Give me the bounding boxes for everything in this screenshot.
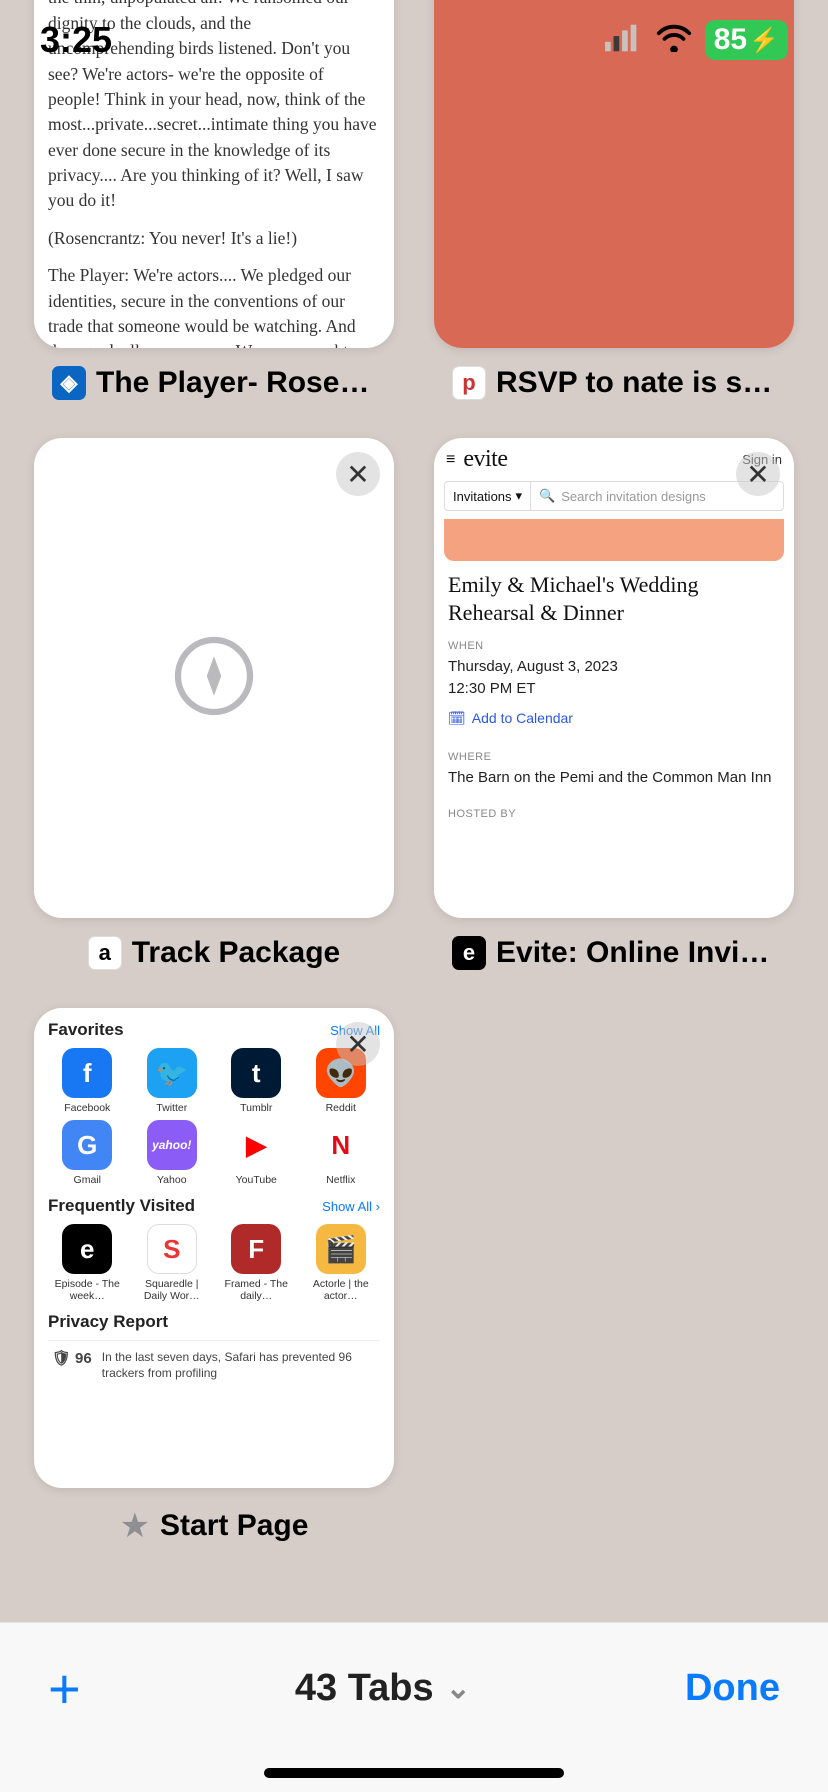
site-label: YouTube xyxy=(217,1174,296,1186)
search-icon: 🔍 xyxy=(539,488,555,504)
favicon-icon: p xyxy=(452,366,486,400)
site-label: Framed - The daily… xyxy=(217,1278,296,1302)
site-icon: yahoo! xyxy=(147,1120,197,1170)
close-tab-button[interactable]: ✕ xyxy=(336,452,380,496)
tab-title: Start Page xyxy=(160,1509,308,1543)
favorite-site-item[interactable]: ▶ YouTube xyxy=(217,1120,296,1186)
tabs-count-button[interactable]: 43 Tabs ⌄ xyxy=(295,1667,471,1710)
tab-card[interactable]: ✕ Favorites Show All fFacebook🐦TwittertT… xyxy=(34,1008,394,1546)
event-time: 12:30 PM ET xyxy=(434,678,794,700)
status-time: 3:25 xyxy=(40,19,112,61)
site-icon: ▶ xyxy=(231,1120,281,1170)
site-label: Reddit xyxy=(302,1102,381,1114)
home-indicator xyxy=(264,1768,564,1778)
calendar-icon: 🗓 xyxy=(448,710,466,727)
wifi-icon xyxy=(655,24,693,57)
close-tab-button[interactable]: ✕ xyxy=(736,452,780,496)
site-label: Facebook xyxy=(48,1102,127,1114)
shield-icon: 🛡 xyxy=(52,1349,71,1369)
privacy-report-heading: Privacy Report xyxy=(48,1312,168,1332)
tab-title: RSVP to nate is still aliv… xyxy=(496,366,776,400)
site-icon: S xyxy=(147,1224,197,1274)
favicon-icon: a xyxy=(88,936,122,970)
tab-card[interactable]: ✕ a Track Package xyxy=(34,438,394,970)
site-label: Actorle | the actor… xyxy=(302,1278,381,1302)
new-tab-button[interactable]: + xyxy=(48,1656,81,1721)
cellular-signal-icon xyxy=(605,24,643,57)
tracker-count: 🛡 96 xyxy=(52,1349,92,1369)
event-banner-image xyxy=(444,519,784,561)
article-paragraph: (Rosencrantz: You never! It's a lie!) xyxy=(48,226,380,251)
show-all-link[interactable]: Show All › xyxy=(322,1199,380,1214)
site-icon: t xyxy=(231,1048,281,1098)
battery-indicator: 85⚡ xyxy=(705,20,788,60)
chevron-down-icon: ⌄ xyxy=(446,1671,471,1706)
bottom-toolbar: + 43 Tabs ⌄ Done xyxy=(0,1622,828,1792)
compass-icon xyxy=(169,631,259,726)
invitations-dropdown[interactable]: Invitations▾ xyxy=(445,482,531,510)
close-tab-button[interactable]: ✕ xyxy=(336,1022,380,1066)
favorite-site-item[interactable]: 🐦 Twitter xyxy=(133,1048,212,1114)
event-location: The Barn on the Pemi and the Common Man … xyxy=(434,767,794,789)
where-label: WHERE xyxy=(434,737,794,767)
done-button[interactable]: Done xyxy=(685,1667,780,1710)
site-label: Gmail xyxy=(48,1174,127,1186)
event-date: Thursday, August 3, 2023 xyxy=(434,656,794,678)
charging-icon: ⚡ xyxy=(749,26,779,55)
when-label: WHEN xyxy=(434,626,794,656)
frequent-site-item[interactable]: 🎬 Actorle | the actor… xyxy=(302,1224,381,1302)
frequent-site-item[interactable]: F Framed - The daily… xyxy=(217,1224,296,1302)
favorite-site-item[interactable]: N Netflix xyxy=(302,1120,381,1186)
menu-icon: ≡ xyxy=(446,451,455,469)
site-label: Netflix xyxy=(302,1174,381,1186)
star-icon: ★ xyxy=(120,1506,150,1546)
frequent-site-item[interactable]: S Squaredle | Daily Wor… xyxy=(133,1224,212,1302)
privacy-report-text: In the last seven days, Safari has preve… xyxy=(102,1349,376,1381)
article-paragraph: The Player: We're actors.... We pledged … xyxy=(48,263,380,348)
favorite-site-item[interactable]: f Facebook xyxy=(48,1048,127,1114)
favicon-icon: e xyxy=(452,936,486,970)
site-label: Episode - The week… xyxy=(48,1278,127,1302)
site-icon: 🐦 xyxy=(147,1048,197,1098)
hosted-by-label: HOSTED BY xyxy=(434,788,794,824)
favicon-icon: ◈ xyxy=(52,366,86,400)
tab-title: The Player- Rosencran… xyxy=(96,366,376,400)
frequent-site-item[interactable]: e Episode - The week… xyxy=(48,1224,127,1302)
tab-preview-evite[interactable]: ✕ ≡ evite Sign in Invitations▾ 🔍 Search … xyxy=(434,438,794,918)
favorite-site-item[interactable]: G Gmail xyxy=(48,1120,127,1186)
favorite-site-item[interactable]: yahoo! Yahoo xyxy=(133,1120,212,1186)
tab-preview-track-package[interactable]: ✕ xyxy=(34,438,394,918)
frequently-visited-heading: Frequently Visited xyxy=(48,1196,195,1216)
site-icon: 🎬 xyxy=(316,1224,366,1274)
site-icon: F xyxy=(231,1224,281,1274)
site-icon: f xyxy=(62,1048,112,1098)
site-icon: e xyxy=(62,1224,112,1274)
site-label: Squaredle | Daily Wor… xyxy=(133,1278,212,1302)
site-label: Twitter xyxy=(133,1102,212,1114)
site-icon: N xyxy=(316,1120,366,1170)
favorite-site-item[interactable]: t Tumblr xyxy=(217,1048,296,1114)
add-to-calendar-link[interactable]: 🗓 Add to Calendar xyxy=(434,700,794,737)
favorites-heading: Favorites xyxy=(48,1020,124,1040)
tab-title: Evite: Online Invitation… xyxy=(496,936,776,970)
site-label: Tumblr xyxy=(217,1102,296,1114)
tab-card[interactable]: ✕ ≡ evite Sign in Invitations▾ 🔍 Search … xyxy=(434,438,794,970)
event-title: Emily & Michael's Wedding Rehearsal & Di… xyxy=(434,571,794,626)
tabs-overview-grid: and every gesture, every pose, vanishing… xyxy=(0,0,828,1586)
site-label: Yahoo xyxy=(133,1174,212,1186)
evite-logo: evite xyxy=(463,446,507,473)
site-icon: G xyxy=(62,1120,112,1170)
status-bar: 3:25 85⚡ xyxy=(0,0,828,80)
tab-title: Track Package xyxy=(132,936,341,970)
tab-preview-start-page[interactable]: ✕ Favorites Show All fFacebook🐦TwittertT… xyxy=(34,1008,394,1488)
chevron-down-icon: ▾ xyxy=(516,488,523,504)
